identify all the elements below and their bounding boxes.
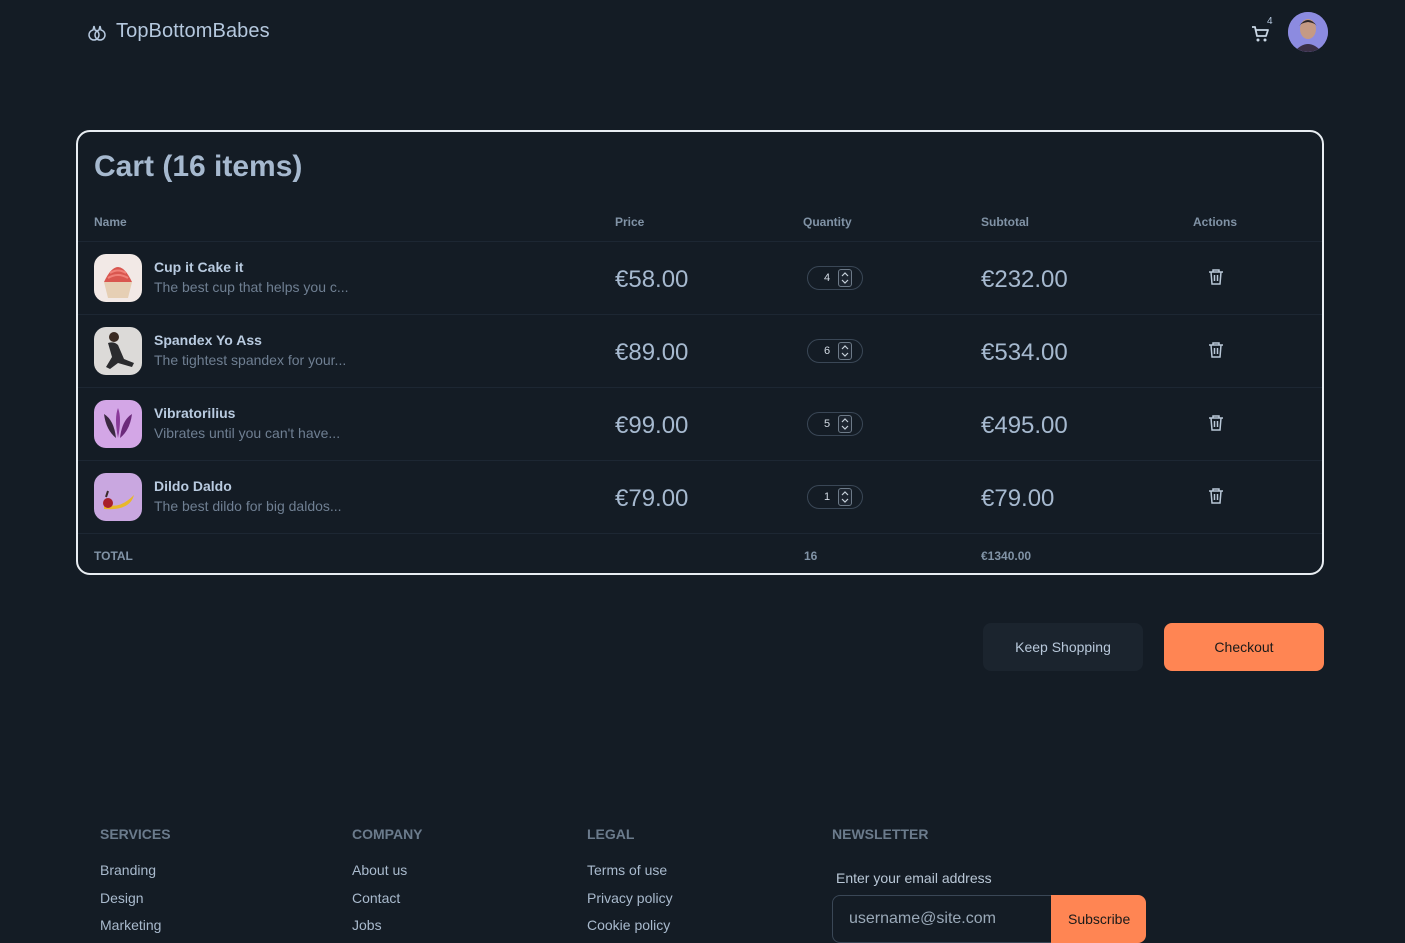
footer-link-design[interactable]: Design [100,890,144,906]
cart-row: Cup it Cake it The best cup that helps y… [78,242,1322,315]
cart-count-badge: 4 [1267,16,1273,27]
trash-icon[interactable] [1208,268,1224,286]
product-thumbnail[interactable] [94,254,142,302]
product-price: €99.00 [615,412,689,439]
newsletter-email-input[interactable]: username@site.com [832,895,1054,943]
avatar-image [1288,12,1328,52]
cart-table-card: Cart (16 items) Name Price Quantity Subt… [76,130,1324,575]
footer-link-contact[interactable]: Contact [352,890,400,906]
column-header-subtotal: Subtotal [981,215,1029,229]
footer-link-terms[interactable]: Terms of use [587,862,667,878]
quantity-stepper[interactable]: 1 [807,485,863,509]
subscribe-button[interactable]: Subscribe [1051,895,1146,943]
product-subtotal: €232.00 [981,266,1068,293]
quantity-stepper[interactable]: 6 [807,339,863,363]
footer-link-about[interactable]: About us [352,862,407,878]
navbar: TopBottomBabes 4 [0,0,1405,68]
footer-legal-title: LEGAL [587,826,635,842]
product-thumbnail[interactable] [94,400,142,448]
product-description: The tightest spandex for your... [154,352,347,368]
product-price: €89.00 [615,339,689,366]
product-name[interactable]: Cup it Cake it [154,259,243,275]
cart-icon [1252,26,1269,42]
row-divider [78,533,1322,534]
brand-name: TopBottomBabes [116,20,270,42]
footer-newsletter-title: NEWSLETTER [832,826,929,842]
cart-row: Vibratorilius Vibrates until you can't h… [78,388,1322,461]
stepper-buttons[interactable] [838,269,852,287]
stepper-buttons[interactable] [838,415,852,433]
avatar[interactable] [1288,12,1328,52]
newsletter-label: Enter your email address [836,870,992,886]
product-name[interactable]: Dildo Daldo [154,478,232,494]
footer-link-marketing[interactable]: Marketing [100,917,161,933]
stepper-icon [841,345,849,357]
column-header-name: Name [94,215,127,229]
trash-icon[interactable] [1208,341,1224,359]
product-name[interactable]: Vibratorilius [154,405,235,421]
product-price: €79.00 [615,485,689,512]
keep-shopping-button[interactable]: Keep Shopping [983,623,1143,671]
product-subtotal: €79.00 [981,485,1055,512]
stepper-buttons[interactable] [838,342,852,360]
logo-icon [88,25,106,41]
product-subtotal: €495.00 [981,412,1068,439]
quantity-stepper[interactable]: 5 [807,412,863,436]
brand-link[interactable]: TopBottomBabes [86,20,270,43]
quantity-stepper[interactable]: 4 [807,266,863,290]
trash-icon[interactable] [1208,414,1224,432]
total-quantity: 16 [804,549,818,563]
checkout-button[interactable]: Checkout [1164,623,1324,671]
total-label: TOTAL [94,549,133,563]
product-price: €58.00 [615,266,689,293]
footer-link-jobs[interactable]: Jobs [352,917,382,933]
cart-button[interactable]: 4 [1248,16,1274,46]
cart-row: Spandex Yo Ass The tightest spandex for … [78,315,1322,388]
product-description: The best dildo for big daldos... [154,498,342,514]
total-sum: €1340.00 [981,549,1032,563]
product-thumbnail[interactable] [94,473,142,521]
product-subtotal: €534.00 [981,339,1068,366]
newsletter-placeholder: username@site.com [849,910,996,927]
column-header-actions: Actions [1193,215,1238,229]
trash-icon[interactable] [1208,487,1224,505]
stepper-icon [841,418,849,430]
product-thumbnail[interactable] [94,327,142,375]
product-description: The best cup that helps you c... [154,279,349,295]
product-description: Vibrates until you can't have... [154,425,341,441]
stepper-icon [841,272,849,284]
footer-company-title: COMPANY [352,826,423,842]
footer-link-branding[interactable]: Branding [100,862,156,878]
footer-link-privacy[interactable]: Privacy policy [587,890,673,906]
footer-link-cookie[interactable]: Cookie policy [587,917,670,933]
cart-row: Dildo Daldo The best dildo for big daldo… [78,461,1322,534]
product-name[interactable]: Spandex Yo Ass [154,332,262,348]
stepper-icon [841,491,849,503]
cart-title: Cart (16 items) [94,150,303,183]
column-header-quantity: Quantity [803,215,852,229]
subscribe-label: Subscribe [1068,911,1131,927]
column-header-price: Price [615,215,645,229]
footer-services-title: SERVICES [100,826,171,842]
stepper-buttons[interactable] [838,488,852,506]
